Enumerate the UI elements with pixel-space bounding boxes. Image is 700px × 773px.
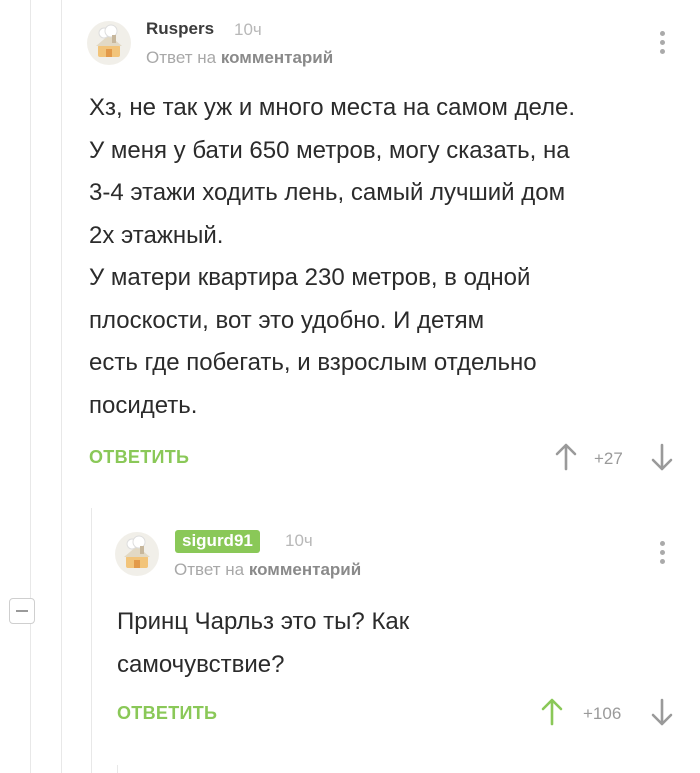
rating-count: +106 <box>583 704 622 723</box>
text-line: есть где побегать, и взрослым отдельно <box>89 349 537 376</box>
thread-line <box>30 0 31 773</box>
reply-button[interactable]: ОТВЕТИТЬ <box>89 447 189 468</box>
comment-text: Принц Чарльз это ты? Как самочувствие? <box>117 601 409 686</box>
reply-target: комментарий <box>248 560 362 579</box>
reply-to-link[interactable]: Ответ на комментарий <box>146 48 333 68</box>
more-options-icon[interactable] <box>657 31 667 59</box>
username[interactable]: sigurd91 <box>175 530 260 553</box>
downvote-arrow-icon[interactable] <box>651 443 673 471</box>
downvote-arrow-icon[interactable] <box>651 698 673 726</box>
text-line: посидеть. <box>89 391 198 419</box>
text-line: Хз, не так уж и много места на самом дел… <box>89 94 576 121</box>
collapse-thread-icon[interactable] <box>9 598 35 624</box>
comment-time: 10ч <box>285 531 313 550</box>
text-line: У матери квартира 230 метров, в одной <box>89 264 531 291</box>
reply-prefix: Ответ на <box>146 48 217 67</box>
reply-button[interactable]: ОТВЕТИТЬ <box>117 703 217 724</box>
upvote-arrow-icon[interactable] <box>555 443 577 471</box>
username[interactable]: Ruspers <box>146 19 214 39</box>
rating-count: +27 <box>594 449 623 468</box>
text-line: 2х этажный. <box>89 221 224 249</box>
text-line: самочувствие? <box>117 650 285 678</box>
comment-time: 10ч <box>234 20 262 39</box>
text-line: У меня у бати 650 метров, могу сказать, … <box>89 136 570 164</box>
upvote-arrow-icon[interactable] <box>541 698 563 726</box>
reply-prefix: Ответ на <box>174 560 245 579</box>
reply-target: комментарий <box>220 48 334 67</box>
more-options-icon[interactable] <box>657 541 667 569</box>
thread-line <box>117 765 118 773</box>
avatar-placeholder-icon[interactable] <box>114 531 160 577</box>
comment-text: Хз, не так уж и много места на самом дел… <box>89 87 575 427</box>
text-line: плоскости, вот это удобно. И детям <box>89 306 485 334</box>
thread-line <box>61 0 62 773</box>
reply-to-link[interactable]: Ответ на комментарий <box>174 560 361 580</box>
thread-line <box>91 508 92 773</box>
text-line: Принц Чарльз это ты? Как <box>117 608 410 635</box>
text-line: 3-4 этажи ходить лень, самый лучший дом <box>89 179 566 206</box>
avatar-placeholder-icon[interactable] <box>86 20 132 66</box>
